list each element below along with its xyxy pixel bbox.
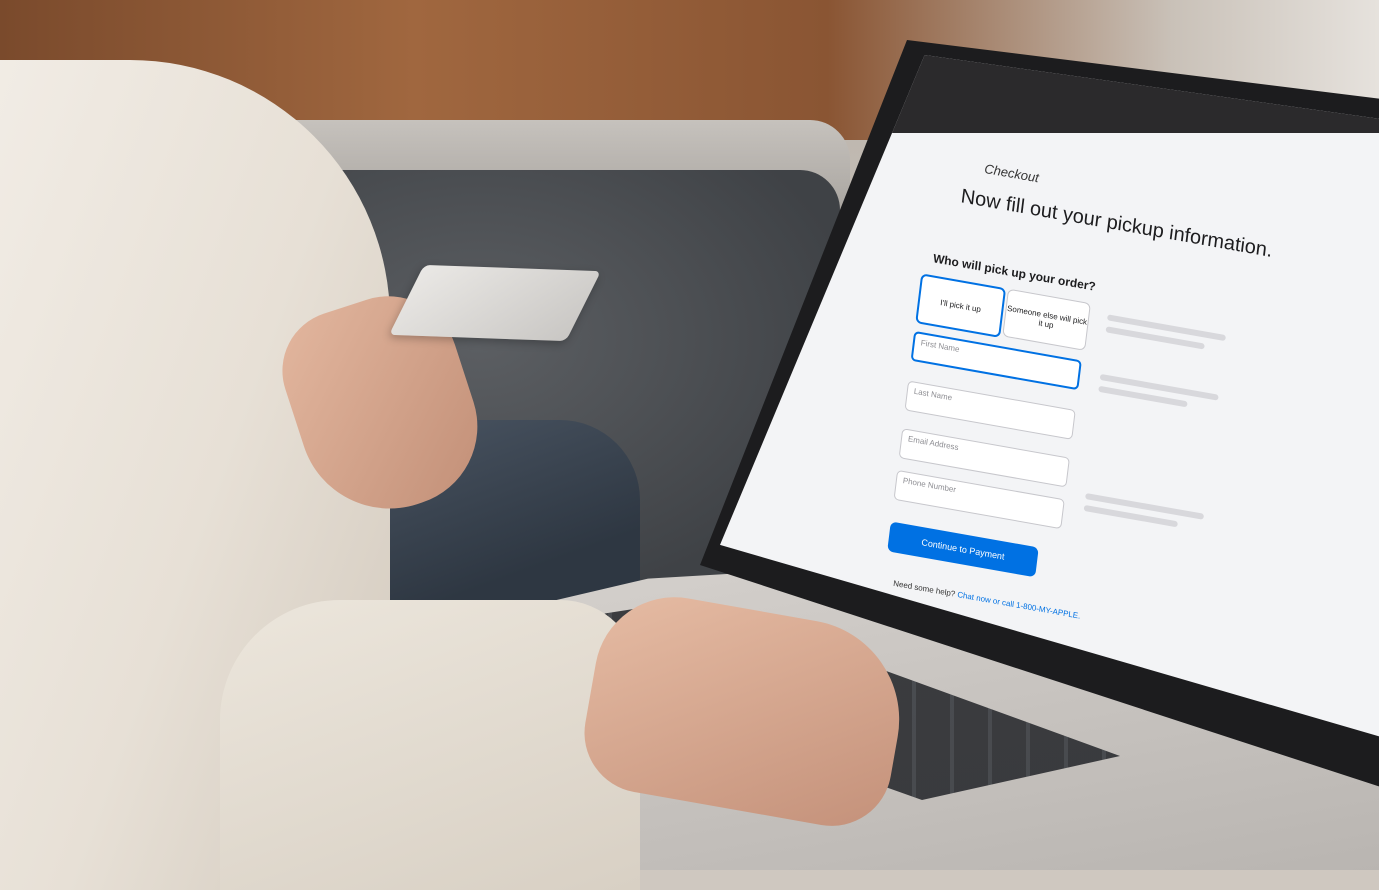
help-text: Need some help? xyxy=(892,578,956,599)
help-link[interactable]: Chat now or call 1-800-MY-APPLE. xyxy=(957,590,1081,621)
option-self-pickup[interactable]: I'll pick it up xyxy=(915,273,1007,338)
checkout-title: Checkout xyxy=(983,160,1040,186)
option-other-pickup[interactable]: Someone else will pick it up xyxy=(1002,288,1091,351)
person-sleeve xyxy=(220,600,640,890)
page-headline: Now fill out your pickup information. xyxy=(959,185,1274,262)
last-name-field[interactable]: Last Name xyxy=(904,380,1076,440)
credit-card xyxy=(388,264,602,342)
continue-to-payment-button[interactable]: Continue to Payment xyxy=(887,521,1039,578)
